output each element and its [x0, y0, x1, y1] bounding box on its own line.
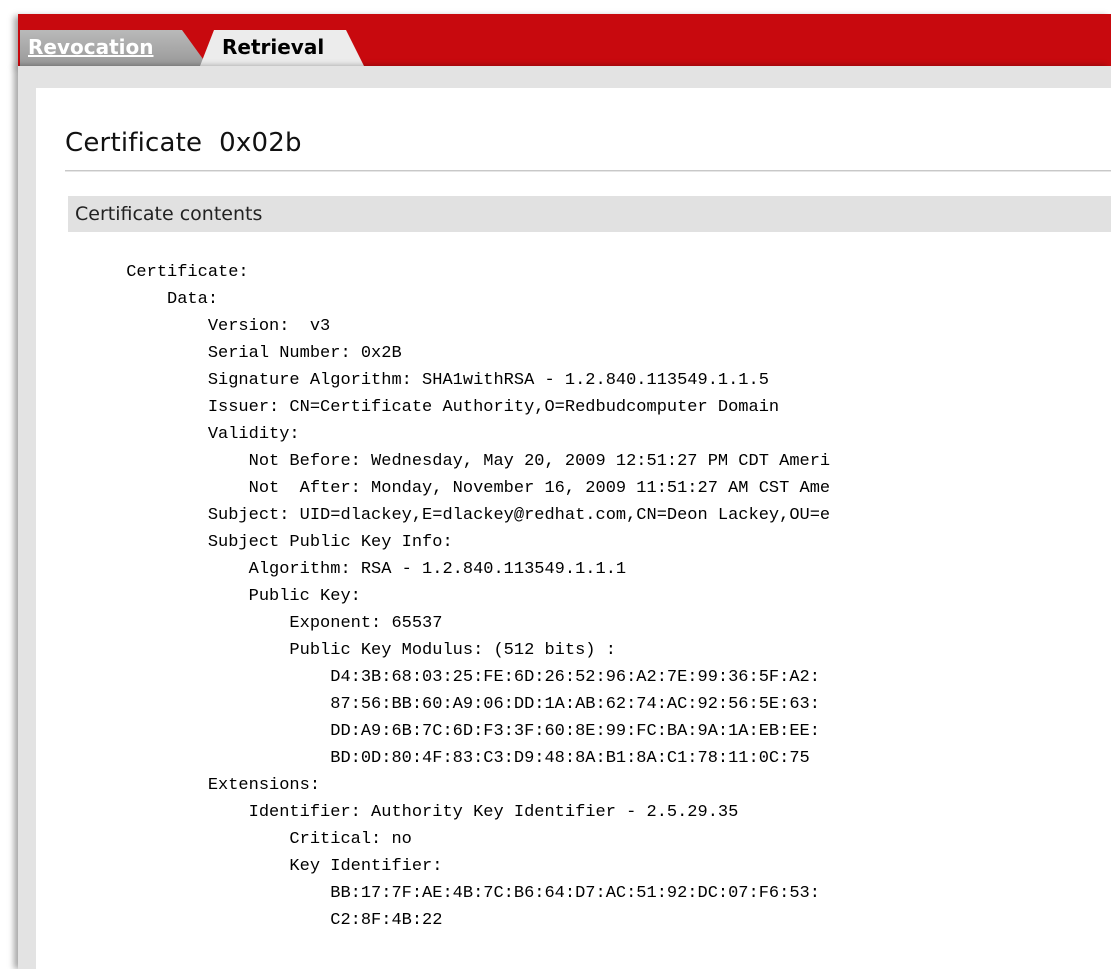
certificate-line: D4:3B:68:03:25:FE:6D:26:52:96:A2:7E:99:3… [65, 668, 820, 687]
certificate-line: BD:0D:80:4F:83:C3:D9:48:8A:B1:8A:C1:78:1… [65, 749, 810, 768]
certificate-line: 87:56:BB:60:A9:06:DD:1A:AB:62:74:AC:92:5… [65, 695, 820, 714]
certificate-line: Validity: [65, 425, 300, 444]
certificate-line: Public Key: [65, 587, 361, 606]
page-title: Certificate 0x02b [65, 128, 302, 158]
certificate-line: Subject: UID=dlackey,E=dlackey@redhat.co… [65, 506, 831, 525]
certificate-line: Algorithm: RSA - 1.2.840.113549.1.1.1 [65, 560, 627, 579]
certificate-line: Public Key Modulus: (512 bits) : [65, 641, 616, 660]
certificate-line: Certificate: [65, 263, 249, 282]
certificate-line: Issuer: CN=Certificate Authority,O=Redbu… [65, 398, 780, 417]
certificate-line: Extensions: [65, 776, 321, 795]
section-header-label: Certificate contents [75, 203, 263, 225]
certificate-line: Not Before: Wednesday, May 20, 2009 12:5… [65, 452, 831, 471]
tab-retrieval-label: Retrieval [222, 35, 325, 59]
title-divider [65, 170, 1111, 172]
certificate-line: Not After: Monday, November 16, 2009 11:… [65, 479, 831, 498]
section-header: Certificate contents [68, 196, 1111, 232]
app-window: Revocation Retrieval Certificate 0x02b C… [0, 0, 1111, 969]
tab-revocation[interactable]: Revocation [20, 30, 208, 66]
certificate-line: Key Identifier: [65, 857, 443, 876]
certificate-line: Identifier: Authority Key Identifier - 2… [65, 803, 739, 822]
tab-retrieval[interactable]: Retrieval [200, 30, 364, 66]
certificate-line: Serial Number: 0x2B [65, 344, 402, 363]
certificate-line: C2:8F:4B:22 [65, 911, 443, 930]
certificate-line: Critical: no [65, 830, 412, 849]
certificate-line: DD:A9:6B:7C:6D:F3:3F:60:8E:99:FC:BA:9A:1… [65, 722, 820, 741]
certificate-line: BB:17:7F:AE:4B:7C:B6:64:D7:AC:51:92:DC:0… [65, 884, 820, 903]
certificate-line: Signature Algorithm: SHA1withRSA - 1.2.8… [65, 371, 769, 390]
certificate-line: Subject Public Key Info: [65, 533, 453, 552]
certificate-contents: Certificate: Data: Version: v3 Serial Nu… [65, 259, 1111, 934]
certificate-line: Data: [65, 290, 219, 309]
certificate-line: Version: v3 [65, 317, 331, 336]
certificate-line: Exponent: 65537 [65, 614, 443, 633]
tab-revocation-label: Revocation [28, 35, 154, 59]
